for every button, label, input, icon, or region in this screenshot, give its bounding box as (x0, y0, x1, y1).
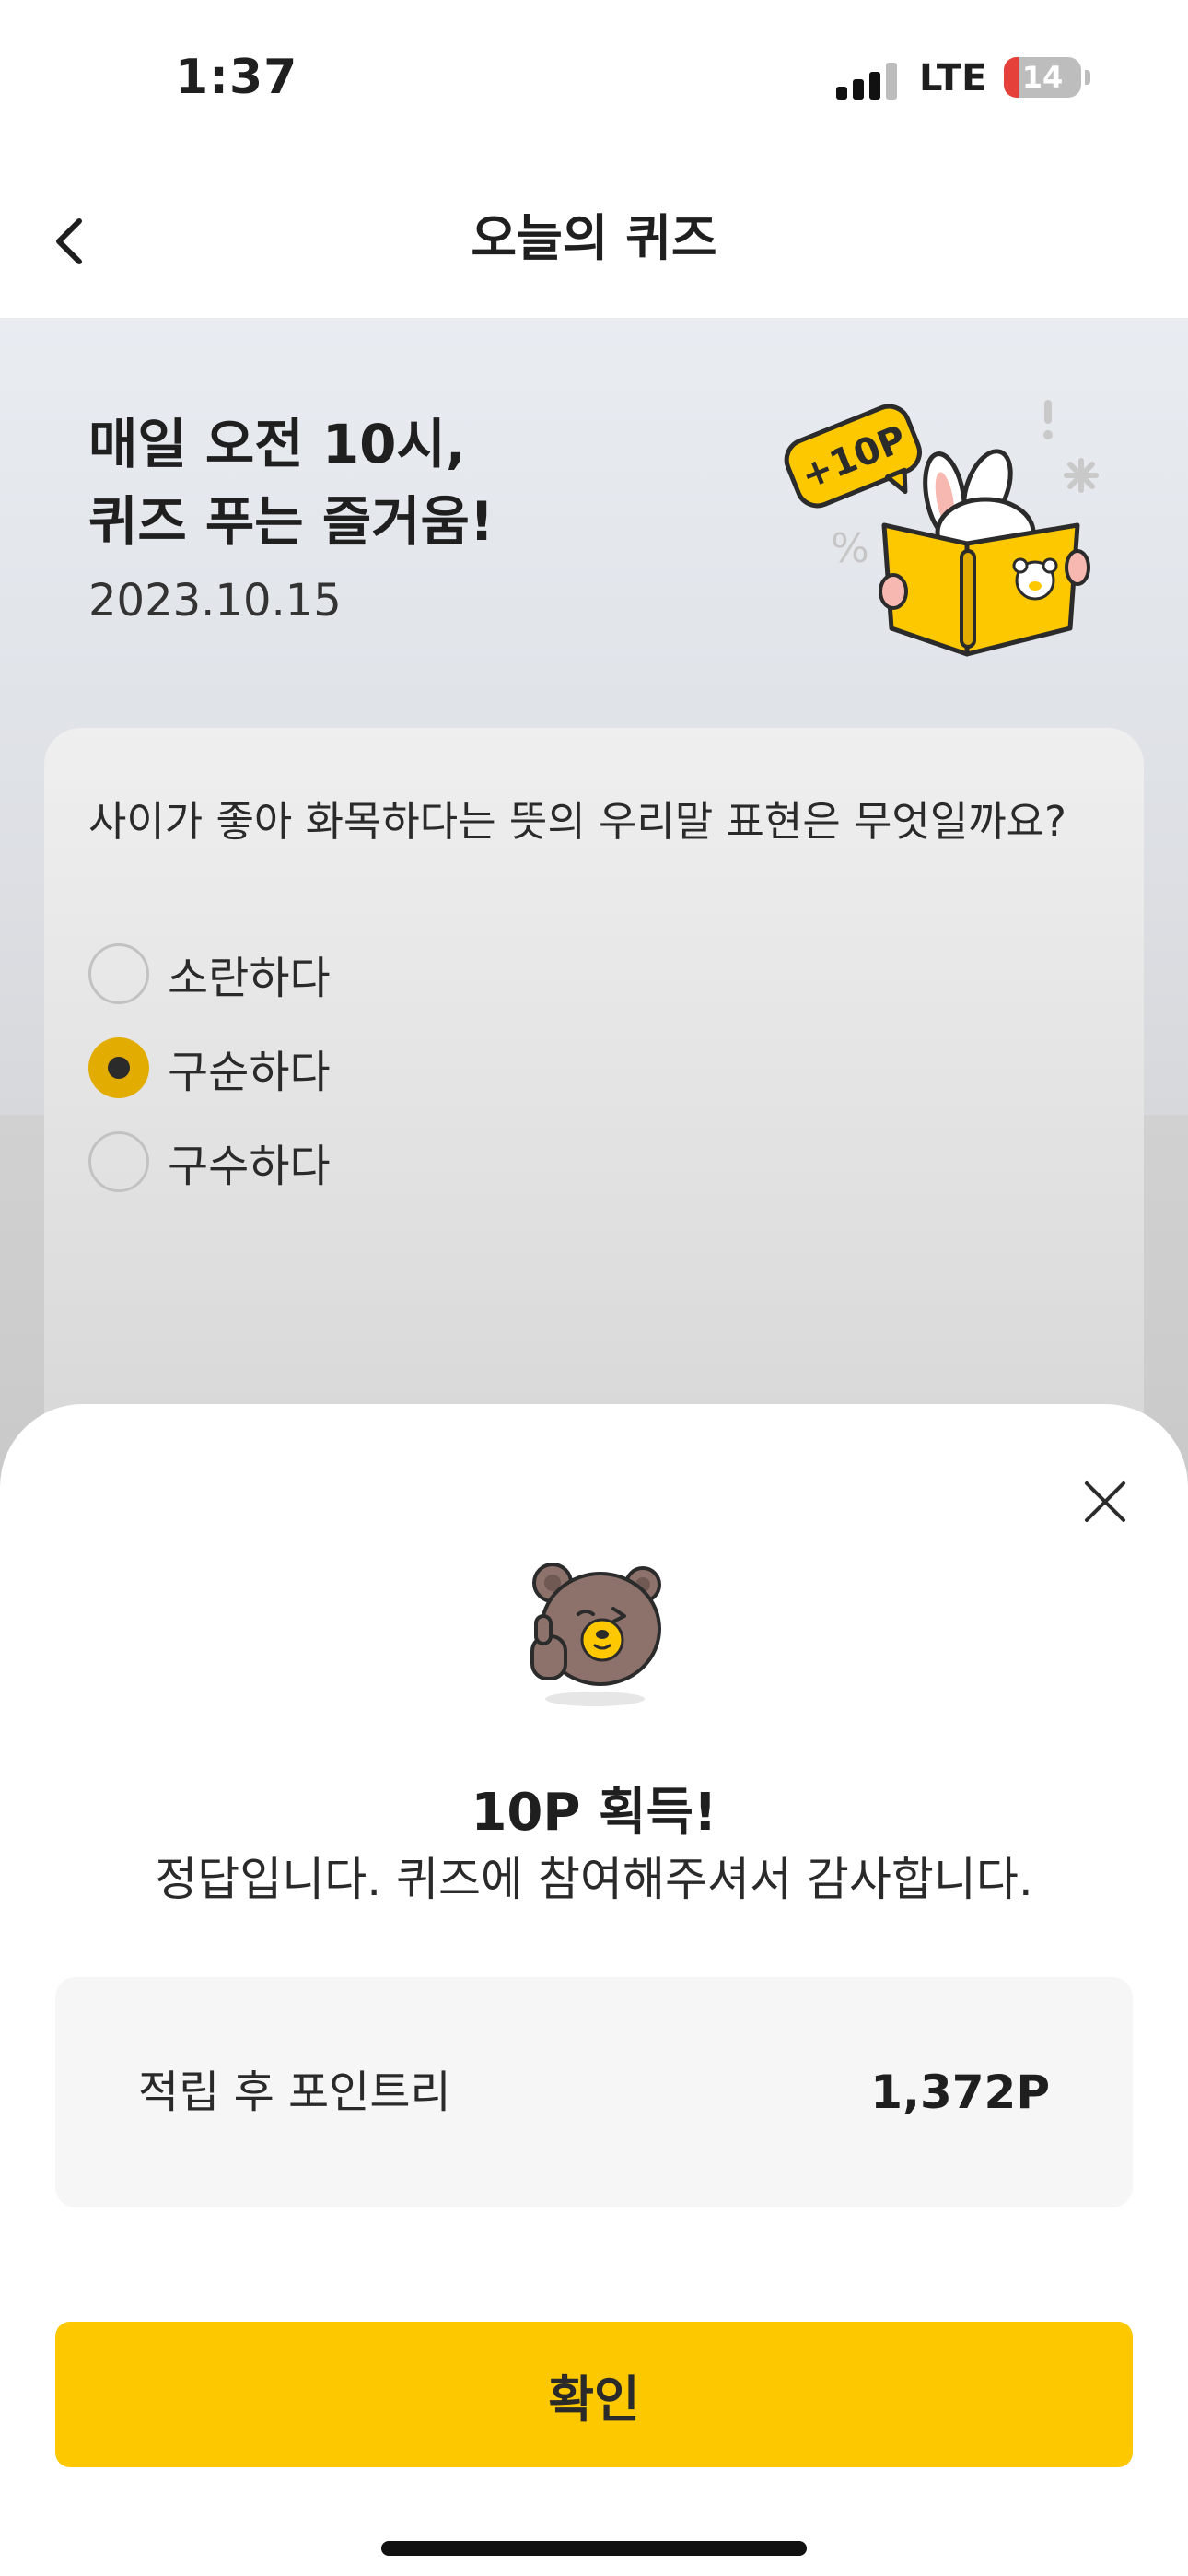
confirm-button[interactable]: 확인 (55, 2322, 1133, 2467)
rabbit-reading-illustration: % +10P (774, 387, 1105, 663)
points-value: 1,372P (870, 2066, 1050, 2119)
quiz-option[interactable]: 구순하다 (88, 1034, 331, 1102)
battery-level: 14 (1021, 60, 1064, 95)
close-button[interactable] (1077, 1474, 1133, 1529)
option-label: 구순하다 (168, 1047, 331, 1098)
points-label: 적립 후 포인트리 (138, 2067, 451, 2118)
close-icon (1085, 1481, 1125, 1522)
result-message: 정답입니다. 퀴즈에 참여해주셔서 감사합니다. (155, 1853, 1033, 1906)
quiz-option[interactable]: 소란하다 (88, 940, 331, 1008)
radio-button[interactable] (88, 1131, 149, 1192)
signal-icon (836, 61, 897, 100)
battery-tip (1085, 70, 1090, 85)
page-title: 오늘의 퀴즈 (471, 209, 717, 267)
quiz-option[interactable]: 구수하다 (88, 1128, 331, 1196)
quiz-question: 사이가 좋아 화목하다는 뜻의 우리말 표현은 무엇일까요? (88, 797, 1066, 846)
hero-title: 매일 오전 10시, 퀴즈 푸는 즐거움! (88, 413, 495, 553)
result-title: 10P 획득! (471, 1783, 717, 1843)
hero-date: 2023.10.15 (88, 575, 342, 626)
radio-button-selected[interactable] (88, 1037, 149, 1098)
svg-text:%: % (831, 525, 869, 572)
battery-icon: 14 (1004, 57, 1081, 98)
option-label: 소란하다 (168, 953, 331, 1004)
bear-thumbs-up-illustration (516, 1548, 672, 1714)
home-indicator[interactable] (381, 2541, 807, 2556)
status-time: 1:37 (175, 50, 298, 105)
network-label: LTE (919, 57, 987, 100)
option-label: 구수하다 (168, 1141, 331, 1192)
radio-button[interactable] (88, 943, 149, 1004)
